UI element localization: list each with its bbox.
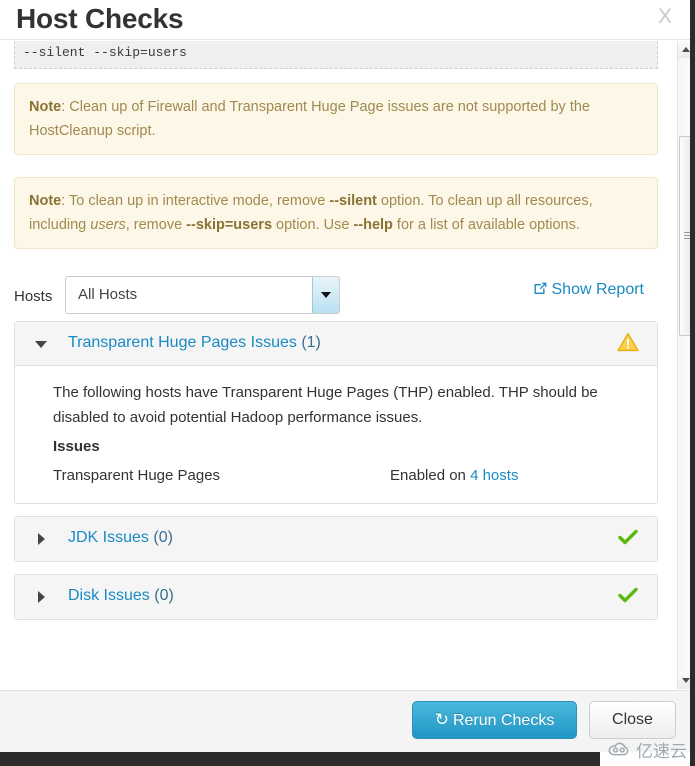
- note-label-1: Note: [29, 99, 62, 115]
- hosts-filter-row: Hosts All Hosts Show Report: [14, 271, 658, 321]
- page-title: Host Checks: [16, 3, 184, 34]
- hosts-label: Hosts: [14, 288, 53, 305]
- panel-title-disk[interactable]: Disk Issues (0): [68, 587, 174, 605]
- check-icon: [617, 527, 639, 552]
- issue-value: Enabled on 4 hosts: [390, 463, 518, 488]
- caret-right-icon[interactable]: [38, 591, 45, 603]
- host-checks-modal: Host Checks X --silent --skip=users Note…: [0, 0, 695, 766]
- note2-seg-4: , remove: [125, 217, 187, 233]
- check-icon: [617, 585, 639, 610]
- issues-heading-thp: Issues: [53, 438, 100, 455]
- panel-title-text-thp: Transparent Huge Pages Issues: [68, 334, 297, 351]
- panel-header-thp[interactable]: Transparent Huge Pages Issues (1): [15, 322, 657, 366]
- chevron-down-icon[interactable]: [312, 277, 339, 313]
- issue-value-prefix: Enabled on: [390, 467, 471, 484]
- panel-description-thp: The following hosts have Transparent Hug…: [53, 384, 598, 426]
- panel-title-thp[interactable]: Transparent Huge Pages Issues (1): [68, 334, 321, 352]
- note-text-1: : Clean up of Firewall and Transparent H…: [29, 99, 590, 139]
- table-row: Transparent Huge Pages Enabled on 4 host…: [53, 463, 637, 487]
- rerun-checks-button[interactable]: ↻ Rerun Checks: [412, 701, 577, 739]
- modal-body: --silent --skip=users Note: Clean up of …: [0, 41, 690, 689]
- panel-title-text-jdk: JDK Issues: [68, 529, 149, 546]
- show-report-link[interactable]: Show Report: [533, 281, 645, 299]
- rerun-checks-label: Rerun Checks: [452, 712, 555, 729]
- issue-hosts-link[interactable]: 4 hosts: [470, 467, 518, 484]
- warning-triangle-icon: [617, 332, 639, 357]
- panel-header-jdk[interactable]: JDK Issues (0): [15, 517, 657, 561]
- note-label-2: Note: [29, 193, 62, 209]
- panel-count-jdk: (0): [153, 529, 173, 546]
- panel-body-thp: The following hosts have Transparent Hug…: [15, 366, 657, 503]
- note2-opt-help: --help: [353, 217, 393, 233]
- modal-footer: ↻ Rerun Checks Close: [0, 690, 690, 752]
- note2-opt-silent: --silent: [329, 193, 377, 209]
- panel-jdk-issues: JDK Issues (0): [14, 516, 658, 562]
- window-right-edge: [690, 0, 695, 766]
- panel-disk-issues: Disk Issues (0): [14, 574, 658, 620]
- show-report-label: Show Report: [551, 281, 645, 298]
- hosts-select-value: All Hosts: [78, 286, 138, 303]
- window-bottom-edge: [0, 752, 600, 766]
- note2-seg-8: for a list of available options.: [392, 217, 580, 233]
- panel-title-text-disk: Disk Issues: [68, 587, 150, 604]
- external-link-icon: [534, 282, 546, 295]
- cloud-logo-icon: [608, 742, 629, 756]
- close-button[interactable]: Close: [589, 701, 676, 739]
- note-box-interactive: Note: To clean up in interactive mode, r…: [14, 177, 658, 249]
- hosts-select[interactable]: All Hosts: [65, 276, 340, 314]
- panel-title-jdk[interactable]: JDK Issues (0): [68, 529, 173, 547]
- panel-count-thp: (1): [301, 334, 321, 351]
- modal-body-content: --silent --skip=users Note: Clean up of …: [0, 41, 672, 632]
- issue-name: Transparent Huge Pages: [53, 467, 221, 484]
- modal-header: Host Checks X: [0, 0, 690, 40]
- panel-count-disk: (0): [154, 587, 174, 604]
- panel-header-disk[interactable]: Disk Issues (0): [15, 575, 657, 619]
- watermark: 亿速云: [608, 737, 687, 762]
- note2-seg-0: : To clean up in interactive mode, remov…: [61, 193, 330, 209]
- close-icon[interactable]: X: [658, 4, 672, 30]
- panel-transparent-huge-pages: Transparent Huge Pages Issues (1) The fo…: [14, 321, 658, 504]
- command-code-block: --silent --skip=users: [14, 41, 658, 69]
- refresh-icon: ↻: [434, 710, 449, 729]
- note2-opt-skipusers: --skip=users: [186, 217, 273, 233]
- caret-down-icon[interactable]: [35, 341, 47, 348]
- watermark-text: 亿速云: [636, 742, 687, 762]
- note-box-cleanup: Note: Clean up of Firewall and Transpare…: [14, 83, 658, 155]
- caret-right-icon[interactable]: [38, 533, 45, 545]
- note2-seg-6: option. Use: [272, 217, 354, 233]
- note2-em-users: users: [90, 217, 126, 233]
